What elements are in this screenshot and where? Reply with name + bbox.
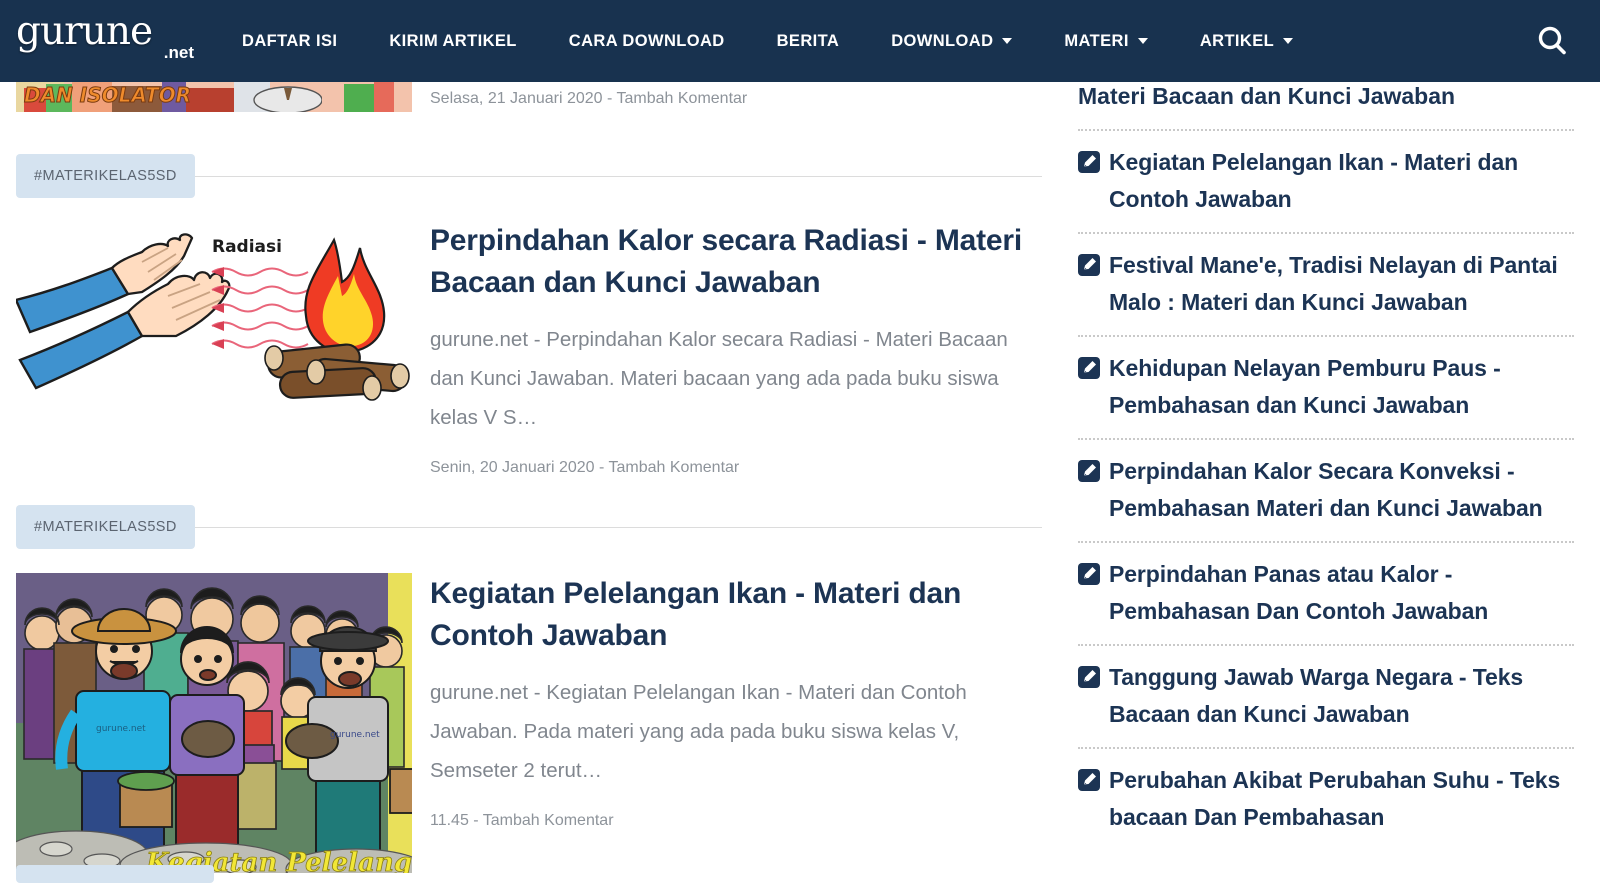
article-thumbnail[interactable]: gurune.net gurune.net Kegiatan Pelelang <box>16 573 412 878</box>
nav-label: BERITA <box>776 31 840 50</box>
nav-label: CARA DOWNLOAD <box>568 31 725 50</box>
main-navigation: DAFTAR ISI KIRIM ARTIKEL CARA DOWNLOAD B… <box>200 0 1504 82</box>
nav-item-materi[interactable]: MATERI <box>1038 0 1173 82</box>
nav-label: MATERI <box>1064 31 1129 50</box>
chevron-down-icon <box>1002 38 1013 44</box>
sidebar-divider <box>1078 541 1574 543</box>
truncated-post-thumbnail[interactable]: DAN ISOLATOR <box>16 82 412 112</box>
article-title[interactable]: Perpindahan Kalor secara Radiasi - Mater… <box>430 220 1042 304</box>
tag-row: #MATERIKELAS5SD <box>16 505 1042 549</box>
edit-pencil-icon <box>1078 151 1100 173</box>
sidebar-item-perubahan-suhu[interactable]: Perubahan Akibat Perubahan Suhu - Teks b… <box>1078 762 1574 836</box>
sidebar-item-perpindahan-panas[interactable]: Perpindahan Panas atau Kalor - Pembahasa… <box>1078 556 1574 630</box>
truncated-post-meta: Selasa, 21 Januari 2020 - Tambah Komenta… <box>412 82 747 134</box>
svg-text:gurune.net: gurune.net <box>330 730 380 740</box>
nav-item-artikel[interactable]: ARTIKEL <box>1174 0 1319 82</box>
sidebar-item-partial-top[interactable]: Materi Bacaan dan Kunci Jawaban <box>1078 78 1574 115</box>
tag-badge[interactable]: #MATERIKELAS5SD <box>16 505 195 549</box>
article-meta[interactable]: 11.45 - Tambah Komentar <box>430 812 1042 830</box>
nav-item-berita[interactable]: BERITA <box>751 0 866 82</box>
page-body: DAN ISOLATOR Selasa, 21 Januari 2020 - T… <box>0 82 1600 883</box>
sidebar-item-kalor-konveksi[interactable]: Perpindahan Kalor Secara Konveksi - Pemb… <box>1078 453 1574 527</box>
article-text-block: Perpindahan Kalor secara Radiasi - Mater… <box>412 220 1042 477</box>
tag-row: #MATERIKELAS5SD <box>16 154 1042 198</box>
sidebar-item-label: Festival Mane'e, Tradisi Nelayan di Pant… <box>1109 252 1558 315</box>
sidebar-item-pelelangan-ikan[interactable]: Kegiatan Pelelangan Ikan - Materi dan Co… <box>1078 144 1574 218</box>
article-meta[interactable]: Senin, 20 Januari 2020 - Tambah Komentar <box>430 459 1042 477</box>
article-thumbnail[interactable]: Radiasi <box>16 220 412 421</box>
tag-badge[interactable]: #MATERIKELAS5SD <box>16 154 195 198</box>
edit-pencil-icon <box>1078 460 1100 482</box>
sidebar-item-label: Kegiatan Pelelangan Ikan - Materi dan Co… <box>1109 149 1519 212</box>
nav-label: DOWNLOAD <box>891 31 994 50</box>
sidebar-item-label: Perpindahan Panas atau Kalor - Pembahasa… <box>1109 561 1489 624</box>
article-title[interactable]: Kegiatan Pelelangan Ikan - Materi dan Co… <box>430 573 1042 657</box>
sidebar-divider <box>1078 747 1574 749</box>
sidebar-item-label: Tanggung Jawab Warga Negara - Teks Bacaa… <box>1109 664 1524 727</box>
chevron-down-icon <box>1283 38 1294 44</box>
edit-pencil-icon <box>1078 769 1100 791</box>
article-excerpt: gurune.net - Kegiatan Pelelangan Ikan - … <box>430 681 967 782</box>
edit-pencil-icon <box>1078 666 1100 688</box>
article-card: Radiasi Perpindahan Kalor secara Radiasi… <box>16 220 1042 477</box>
sidebar-item-label: Kehidupan Nelayan Pemburu Paus - Pembaha… <box>1109 355 1501 418</box>
nav-item-download[interactable]: DOWNLOAD <box>865 0 1038 82</box>
search-button[interactable] <box>1504 0 1600 82</box>
edit-pencil-icon <box>1078 563 1100 585</box>
svg-text:DAN ISOLATOR: DAN ISOLATOR <box>24 83 191 107</box>
svg-text:Radiasi: Radiasi <box>212 237 282 257</box>
nav-item-kirim-artikel[interactable]: KIRIM ARTIKEL <box>363 0 542 82</box>
sidebar-item-nelayan-pemburu-paus[interactable]: Kehidupan Nelayan Pemburu Paus - Pembaha… <box>1078 350 1574 424</box>
sidebar-divider <box>1078 438 1574 440</box>
article-excerpt: gurune.net - Perpindahan Kalor secara Ra… <box>430 328 1008 429</box>
sidebar-item-festival-manee[interactable]: Festival Mane'e, Tradisi Nelayan di Pant… <box>1078 247 1574 321</box>
sidebar-divider <box>1078 335 1574 337</box>
article-list-column: DAN ISOLATOR Selasa, 21 Januari 2020 - T… <box>0 82 1060 883</box>
sidebar-divider <box>1078 129 1574 131</box>
tag-divider <box>194 175 1042 177</box>
site-logo[interactable]: gurune .net <box>0 8 200 66</box>
popular-posts-sidebar: Materi Bacaan dan Kunci Jawaban Kegiatan… <box>1060 82 1600 877</box>
svg-text:gurune.net: gurune.net <box>96 724 146 734</box>
logo-wordmark: gurune <box>16 8 153 54</box>
logo-tld: .net <box>163 42 194 62</box>
site-header: gurune .net DAFTAR ISI KIRIM ARTIKEL CAR… <box>0 0 1600 82</box>
next-tag-badge-partial[interactable] <box>16 865 214 883</box>
chevron-down-icon <box>1137 38 1148 44</box>
nav-item-daftar-isi[interactable]: DAFTAR ISI <box>216 0 363 82</box>
nav-label: DAFTAR ISI <box>242 31 338 50</box>
sidebar-item-label: Perubahan Akibat Perubahan Suhu - Teks b… <box>1109 767 1561 830</box>
sidebar-divider <box>1078 644 1574 646</box>
article-card: gurune.net gurune.net Kegiatan Pelelang … <box>16 573 1042 878</box>
sidebar-item-label: Perpindahan Kalor Secara Konveksi - Pemb… <box>1109 458 1543 521</box>
sidebar-divider <box>1078 232 1574 234</box>
truncated-post: DAN ISOLATOR Selasa, 21 Januari 2020 - T… <box>16 82 1042 134</box>
article-text-block: Kegiatan Pelelangan Ikan - Materi dan Co… <box>412 573 1042 830</box>
edit-pencil-icon <box>1078 254 1100 276</box>
post-meta-text: Selasa, 21 Januari 2020 - Tambah Komenta… <box>430 90 748 107</box>
edit-pencil-icon <box>1078 357 1100 379</box>
nav-label: ARTIKEL <box>1199 31 1275 50</box>
search-icon <box>1538 26 1566 55</box>
nav-label: KIRIM ARTIKEL <box>389 31 517 50</box>
nav-item-cara-download[interactable]: CARA DOWNLOAD <box>543 0 751 82</box>
tag-divider <box>194 526 1042 528</box>
sidebar-item-tanggung-jawab[interactable]: Tanggung Jawab Warga Negara - Teks Bacaa… <box>1078 659 1574 733</box>
